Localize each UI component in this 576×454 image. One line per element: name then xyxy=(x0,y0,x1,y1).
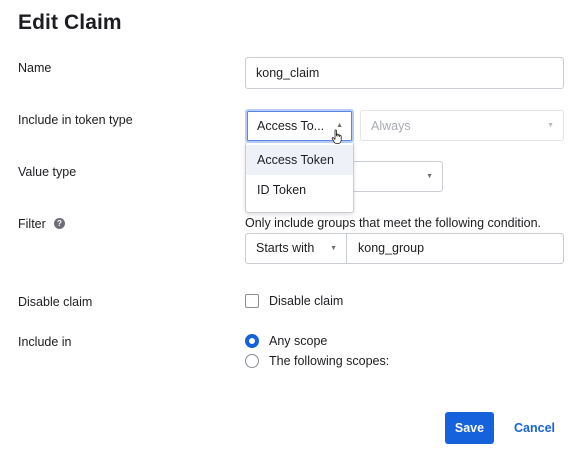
filter-description: Only include groups that meet the follow… xyxy=(245,216,542,230)
token-type-selected-value: Access To... xyxy=(257,119,325,133)
filter-value-input[interactable]: kong_group xyxy=(358,234,424,263)
name-label: Name xyxy=(18,61,52,75)
disable-claim-checkbox-label[interactable]: Disable claim xyxy=(269,294,343,308)
value-type-select[interactable]: ▼ xyxy=(345,161,443,192)
disable-claim-label: Disable claim xyxy=(18,295,93,309)
filter-operator-value: Starts with xyxy=(256,241,315,255)
radio-following-scopes-label[interactable]: The following scopes: xyxy=(269,354,389,368)
filter-label: Filter xyxy=(18,217,46,231)
token-condition-select[interactable]: Always ▼ xyxy=(360,110,564,141)
hand-cursor-icon xyxy=(331,129,342,144)
page-title: Edit Claim xyxy=(18,11,122,34)
name-input[interactable]: kong_claim xyxy=(245,57,564,89)
token-condition-value: Always xyxy=(371,119,411,133)
filter-group: Starts with ▼ kong_group xyxy=(245,233,564,264)
include-in-label: Include in xyxy=(18,335,72,349)
question-circle-icon[interactable]: ? xyxy=(54,218,65,229)
caret-down-icon: ▼ xyxy=(426,173,433,180)
token-type-label: Include in token type xyxy=(18,113,133,127)
caret-down-icon: ▼ xyxy=(330,245,337,252)
filter-operator-select[interactable]: Starts with ▼ xyxy=(246,234,347,263)
caret-down-icon: ▼ xyxy=(547,122,554,129)
cancel-button[interactable]: Cancel xyxy=(514,421,555,435)
disable-claim-checkbox[interactable] xyxy=(245,294,259,308)
token-type-dropdown-menu: Access Token ID Token xyxy=(245,143,354,213)
dropdown-option-id-token[interactable]: ID Token xyxy=(246,175,353,205)
radio-any-scope[interactable] xyxy=(245,334,259,348)
value-type-label: Value type xyxy=(18,165,77,179)
save-button[interactable]: Save xyxy=(445,412,494,444)
dropdown-option-access-token[interactable]: Access Token xyxy=(246,145,353,175)
radio-following-scopes[interactable] xyxy=(245,354,259,368)
radio-any-scope-label[interactable]: Any scope xyxy=(269,334,327,348)
